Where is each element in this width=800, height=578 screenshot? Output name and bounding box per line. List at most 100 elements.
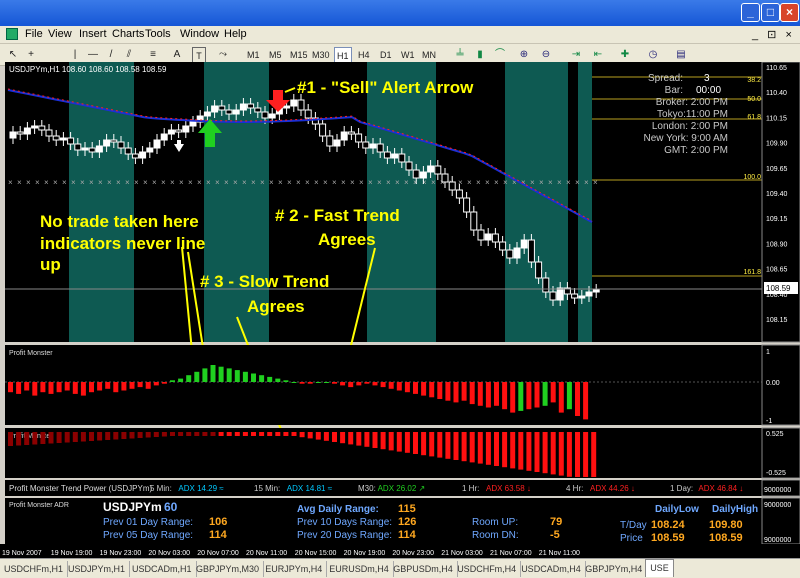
line-chart-icon[interactable]: ⌒ [492,47,508,63]
chart-tab[interactable]: GBPJPYm,M30 [192,561,265,577]
tf-h1[interactable]: H1 [334,47,352,63]
chart-tab[interactable]: USE [645,559,674,577]
adr-prev1-label: Prev 01 Day Range: [103,517,193,528]
mdi-controls[interactable]: _ ⊡ × [752,28,795,41]
level-marker: × [107,178,112,187]
chart-tab[interactable]: USDCHFm,H1 [0,561,69,577]
candle-body [376,143,384,153]
slow-histogram-bar [534,432,540,472]
level-marker: × [530,178,535,187]
fast-histogram-bar [161,382,167,384]
trendline-icon[interactable]: / [104,47,118,63]
chart-tab[interactable]: USDJPYm,H1 [64,561,131,577]
zoom-in-icon[interactable]: ⊕ [516,47,532,63]
slow-histogram-bar [121,432,127,439]
cursor-icon[interactable]: ↖ [6,47,20,63]
zoom-out-icon[interactable]: ⊖ [538,47,554,63]
tf-m5[interactable]: M5 [267,47,284,63]
chart-tab[interactable]: GBPUSDm,H4 [389,561,458,577]
candle-body [347,131,355,135]
trend-power-adx: ADX 46.84 ↓ [698,484,743,493]
level-marker: × [17,178,22,187]
minimize-button[interactable]: _ [741,3,760,22]
menu-charts[interactable]: Charts [112,28,144,40]
channel-icon[interactable]: ⫽ [122,47,136,63]
menu-help[interactable]: Help [224,28,247,40]
price-axis[interactable] [761,62,800,343]
tf-m30[interactable]: M30 [310,47,332,63]
slow-histogram-bar [299,432,305,438]
candle-body [160,133,168,141]
tf-d1[interactable]: D1 [378,47,394,63]
maximize-button[interactable]: □ [761,3,780,22]
menu-file[interactable]: File [25,28,43,40]
adr-avg-label: Avg Daily Range: [297,504,379,515]
candle-body [232,109,240,115]
text-icon[interactable]: A [170,47,184,63]
adr-prev20-label: Prev 20 Days Range: [297,530,392,541]
candle-body [549,291,557,301]
hline-icon[interactable]: — [86,47,100,63]
candle-body [189,121,197,127]
autoscroll-icon[interactable]: ⇥ [568,47,584,63]
annotation-sell-alert: #1 - "Sell" Alert Arrow [297,78,474,97]
chart-tab[interactable]: EURUSDm,H4 [325,561,394,577]
candle-body [52,135,60,141]
level-marker: × [539,178,544,187]
chart-tab[interactable]: EURJPYm,H4 [261,561,328,577]
periods-icon[interactable]: ◷ [642,47,664,63]
tf-m1[interactable]: M1 [245,47,262,63]
menu-insert[interactable]: Insert [79,28,107,40]
candle-body [153,139,161,149]
candle-body [520,239,528,249]
level-marker: × [242,178,247,187]
close-button[interactable]: × [780,3,799,22]
level-marker: × [188,178,193,187]
slow-histogram-bar [153,432,159,437]
crosshair-icon[interactable]: + [24,47,38,63]
fast-histogram-bar [137,382,143,388]
fast-histogram-bar [332,382,337,384]
candle-chart-icon[interactable]: ▮ [472,47,488,63]
chart-tab[interactable]: USDCADm,H1 [128,561,197,577]
slow-histogram-bar [64,432,70,443]
adr-prev10-value: 126 [398,516,416,528]
menu-window[interactable]: Window [180,28,219,40]
fast-histogram-bar [340,382,346,386]
chart-shift-icon[interactable]: ⇤ [590,47,606,63]
app-icon [6,28,18,40]
slow-histogram-bar [242,432,248,436]
candle-body [67,137,75,145]
chart-tab[interactable]: USDCADm,H4 [517,561,586,577]
fast-histogram-bar [323,382,329,383]
tf-m15[interactable]: M15 [288,47,310,63]
tf-mn[interactable]: MN [420,47,438,63]
trend-power-title: Profit Monster Trend Power (USDJPYm) [9,484,152,493]
slow-histogram-bar [591,432,597,477]
label-icon[interactable]: T [192,47,206,63]
templates-icon[interactable]: ▤ [670,47,692,63]
slow-histogram-bar [461,432,467,462]
chart-tab[interactable]: USDCHFm,H4 [453,561,522,577]
slow-histogram-bar [24,432,30,445]
slow-histogram-bar [404,432,410,453]
level-marker: × [269,178,274,187]
shapes-icon[interactable]: ⤳ [212,47,234,63]
chart-tab[interactable]: GBPJPYm,H4 [581,561,648,577]
candle-body [427,165,435,173]
menu-tools[interactable]: Tools [145,28,171,40]
indicators-icon[interactable]: ✚ [614,47,636,63]
tf-h4[interactable]: H4 [356,47,372,63]
slow-histogram-bar [194,432,200,436]
slow-histogram-bar [510,432,516,469]
time-axis-label: 20 Nov 19:00 [344,550,386,557]
slow-histogram-bar [550,432,556,475]
fibo-icon[interactable]: ≡ [146,47,160,63]
slow-histogram-bar [267,432,273,436]
tf-w1[interactable]: W1 [399,47,417,63]
menu-view[interactable]: View [48,28,72,40]
candle-body [463,197,471,213]
fast-histogram-bar [129,382,135,389]
vline-icon[interactable]: | [68,47,82,63]
bar-chart-icon[interactable]: ╧ [452,47,468,63]
